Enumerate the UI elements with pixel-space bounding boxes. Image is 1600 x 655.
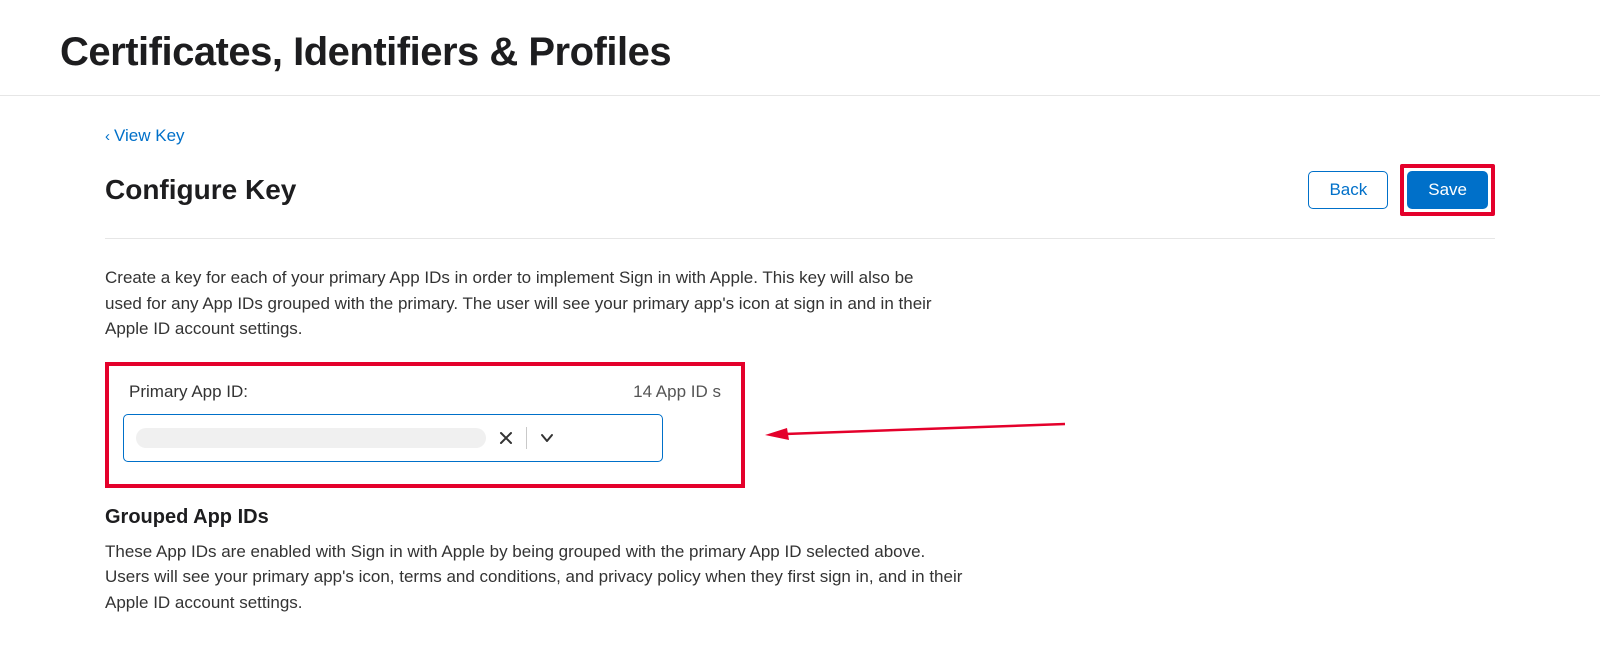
configure-key-description: Create a key for each of your primary Ap…	[105, 265, 955, 342]
page-title: Certificates, Identifiers & Profiles	[60, 30, 1540, 75]
divider	[526, 427, 527, 449]
chevron-down-icon[interactable]	[537, 428, 557, 448]
primary-app-id-value-redacted	[136, 428, 486, 448]
chevron-left-icon: ‹	[105, 128, 110, 145]
primary-app-id-label: Primary App ID:	[129, 382, 248, 402]
back-button[interactable]: Back	[1308, 171, 1388, 209]
action-buttons: Back Save	[1308, 164, 1495, 216]
view-key-link-label: View Key	[114, 126, 185, 146]
section-header: Configure Key Back Save	[105, 164, 1495, 239]
save-button[interactable]: Save	[1407, 171, 1488, 209]
page-title-bar: Certificates, Identifiers & Profiles	[0, 0, 1600, 96]
primary-app-id-highlight: Primary App ID: 14 App ID s	[105, 362, 745, 488]
primary-app-id-select[interactable]	[123, 414, 663, 462]
app-id-count: 14 App ID s	[633, 382, 721, 402]
grouped-app-ids-description: These App IDs are enabled with Sign in w…	[105, 539, 965, 616]
view-key-link[interactable]: ‹ View Key	[105, 126, 185, 146]
grouped-app-ids-heading: Grouped App IDs	[105, 506, 1495, 529]
clear-icon[interactable]	[496, 428, 516, 448]
annotation-arrow-icon	[765, 420, 1065, 440]
section-title: Configure Key	[105, 174, 296, 206]
save-button-highlight: Save	[1400, 164, 1495, 216]
